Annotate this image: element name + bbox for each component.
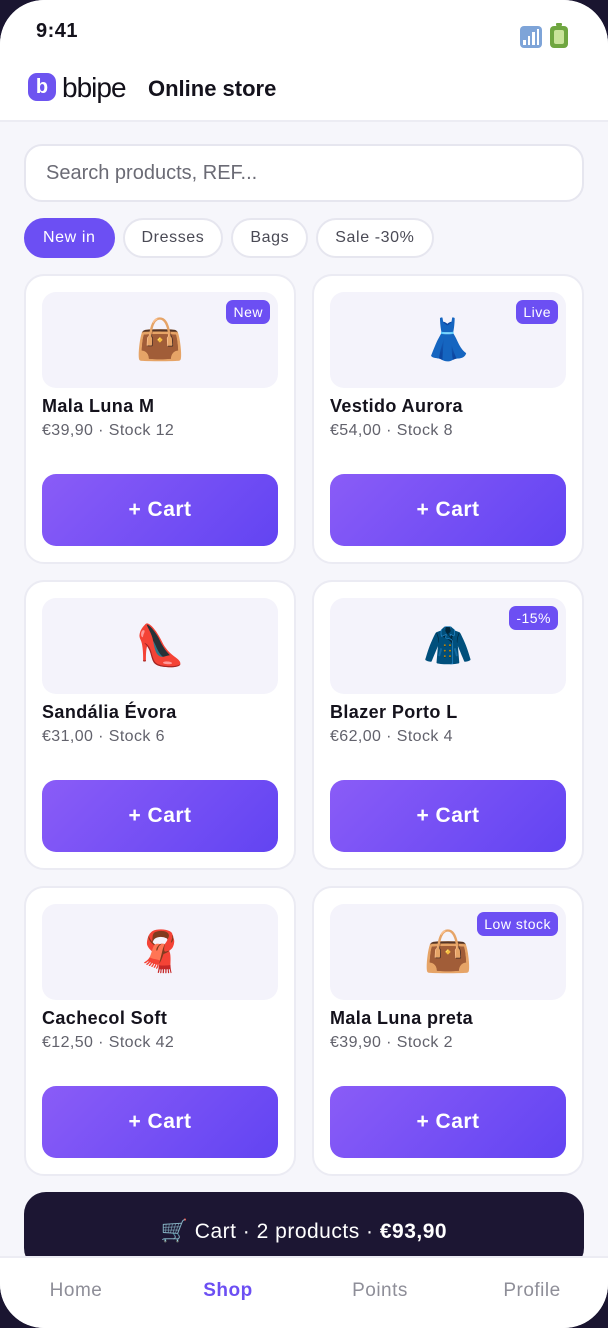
product-price-stock: €31,00 · Stock 6: [42, 728, 165, 745]
add-to-cart-button[interactable]: + Cart: [42, 1086, 278, 1158]
status-time: 9:41: [36, 20, 79, 42]
high-heel-icon: 👠: [135, 624, 185, 668]
scarf-icon: 🧣: [135, 930, 185, 974]
filter-chip-new-in[interactable]: New in: [24, 218, 115, 258]
add-to-cart-button[interactable]: + Cart: [42, 780, 278, 852]
product-card[interactable]: 👜 Low stock Mala Luna preta €39,90 · Sto…: [312, 886, 584, 1176]
shopping-cart-icon: 🛒: [160, 1218, 189, 1243]
handbag-icon: 👜: [135, 318, 185, 362]
cart-total: €93,90: [379, 1220, 448, 1243]
product-price-stock: €39,90 · Stock 12: [42, 422, 175, 439]
add-to-cart-button[interactable]: + Cart: [330, 1086, 566, 1158]
product-badge: -15%: [509, 606, 558, 630]
product-badge: Low stock: [477, 912, 558, 936]
add-to-cart-button[interactable]: + Cart: [330, 474, 566, 546]
phone-screen: 9:41 b bbipe Online store New in Dresses…: [0, 0, 608, 1328]
product-image[interactable]: 👜 New: [42, 292, 278, 388]
app-header: b bbipe Online store: [0, 60, 608, 122]
filter-chip-bags[interactable]: Bags: [231, 218, 309, 258]
filter-chip-sale[interactable]: Sale -30%: [316, 218, 434, 258]
product-image[interactable]: 🧥 -15%: [330, 598, 566, 694]
tab-home[interactable]: Home: [0, 1258, 152, 1328]
status-icons: [520, 23, 568, 48]
signal-icon: [520, 26, 542, 48]
product-badge: New: [226, 300, 270, 324]
product-card[interactable]: 👗 Live Vestido Aurora €54,00 · Stock 8 +…: [312, 274, 584, 564]
product-name: Mala Luna M: [42, 396, 155, 416]
tab-points[interactable]: Points: [304, 1258, 456, 1328]
brand-wordmark: bbipe: [62, 72, 127, 103]
tab-shop[interactable]: Shop: [152, 1258, 304, 1328]
add-to-cart-button[interactable]: + Cart: [330, 780, 566, 852]
product-name: Cachecol Soft: [42, 1008, 168, 1028]
bbipe-logo-icon[interactable]: b: [28, 73, 56, 101]
product-card[interactable]: 🧥 -15% Blazer Porto L €62,00 · Stock 4 +…: [312, 580, 584, 870]
product-price-stock: €62,00 · Stock 4: [330, 728, 453, 745]
coat-icon: 🧥: [423, 624, 473, 668]
product-image[interactable]: 👗 Live: [330, 292, 566, 388]
bottom-tab-bar: Home Shop Points Profile: [0, 1256, 608, 1328]
product-name: Sandália Évora: [42, 702, 177, 722]
product-card[interactable]: 👜 New Mala Luna M €39,90 · Stock 12 + Ca…: [24, 274, 296, 564]
product-image[interactable]: 🧣: [42, 904, 278, 1000]
product-badge: Live: [516, 300, 558, 324]
battery-icon: [550, 23, 568, 48]
product-image[interactable]: 👠: [42, 598, 278, 694]
filter-chip-dresses[interactable]: Dresses: [122, 218, 224, 258]
product-name: Mala Luna preta: [330, 1008, 474, 1028]
add-to-cart-button[interactable]: + Cart: [42, 474, 278, 546]
product-name: Blazer Porto L: [330, 702, 458, 722]
product-price-stock: €54,00 · Stock 8: [330, 422, 453, 439]
product-name: Vestido Aurora: [330, 396, 463, 416]
search-input[interactable]: [24, 144, 584, 202]
cart-summary-label: Cart · 2 products ·: [194, 1220, 380, 1243]
handbag-icon: 👜: [423, 930, 473, 974]
page-title: Online store: [148, 76, 277, 101]
dress-icon: 👗: [423, 318, 473, 362]
product-price-stock: €39,90 · Stock 2: [330, 1034, 453, 1051]
product-image[interactable]: 👜 Low stock: [330, 904, 566, 1000]
product-card[interactable]: 🧣 Cachecol Soft €12,50 · Stock 42 + Cart: [24, 886, 296, 1176]
tab-profile[interactable]: Profile: [456, 1258, 608, 1328]
product-card[interactable]: 👠 Sandália Évora €31,00 · Stock 6 + Cart: [24, 580, 296, 870]
status-bar: 9:41: [0, 0, 608, 60]
filter-chips: New in Dresses Bags Sale -30%: [24, 218, 434, 258]
product-price-stock: €12,50 · Stock 42: [42, 1034, 175, 1051]
